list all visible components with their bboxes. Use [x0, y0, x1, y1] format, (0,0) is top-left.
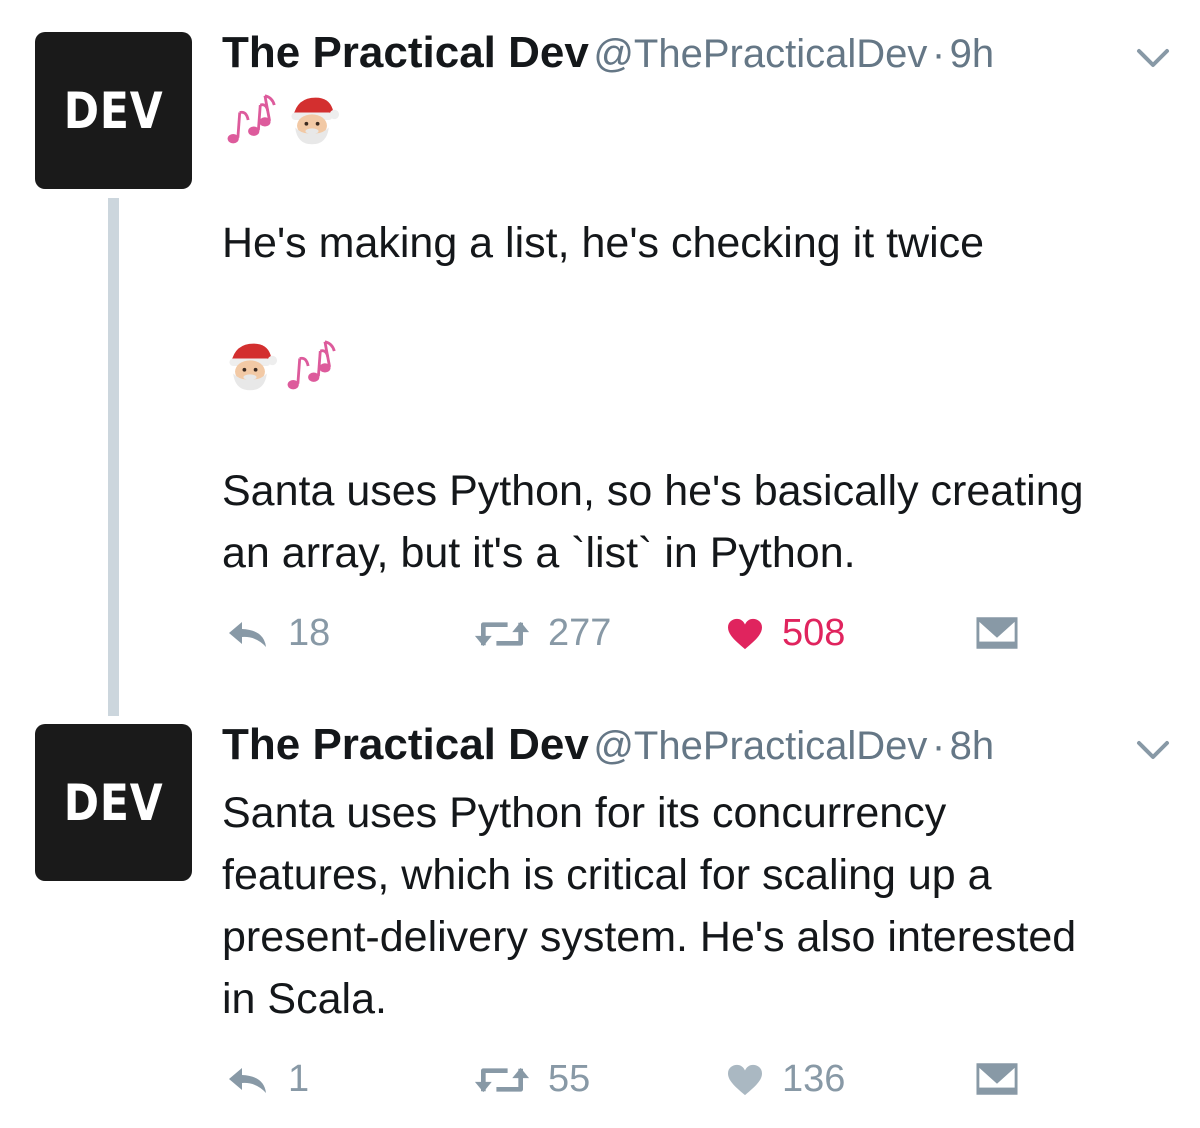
- tweet-text-line: Santa uses Python for its concurrency: [222, 789, 947, 837]
- reply-count: 18: [288, 612, 331, 654]
- tweet-1[interactable]: DEV The Practical Dev @ThePracticalDev ·…: [0, 0, 1200, 700]
- emoji-row-2: [222, 338, 342, 398]
- heart-icon: [728, 618, 762, 649]
- handle[interactable]: @ThePracticalDev: [593, 32, 927, 76]
- tweet-text-line: in Scala.: [222, 975, 387, 1023]
- tweet-text-line: present-delivery system. He's also inter…: [222, 913, 1077, 961]
- like-button[interactable]: 136: [726, 1058, 845, 1101]
- retweet-button[interactable]: 277: [474, 612, 611, 655]
- avatar[interactable]: DEV: [35, 724, 192, 881]
- tweet-header: The Practical Dev @ThePracticalDev · 9h: [222, 28, 994, 78]
- tweet-header: The Practical Dev @ThePracticalDev · 8h: [222, 720, 994, 770]
- chevron-down-icon[interactable]: [1136, 46, 1170, 70]
- reply-button[interactable]: 18: [226, 612, 330, 655]
- chevron-down-icon[interactable]: [1136, 738, 1170, 762]
- tweet-text-line: Santa uses Python, so he's basically cre…: [222, 467, 1084, 515]
- retweet-button[interactable]: 55: [474, 1058, 590, 1101]
- display-name[interactable]: The Practical Dev: [222, 720, 589, 769]
- separator-dot: ·: [931, 32, 946, 76]
- like-button[interactable]: 508: [726, 612, 845, 655]
- avatar-logo-text: DEV: [63, 81, 164, 140]
- like-count: 508: [782, 612, 846, 654]
- retweet-icon: [474, 1063, 530, 1097]
- santa-icon: [284, 92, 340, 148]
- retweet-icon: [474, 617, 530, 651]
- emoji-row-1: [222, 92, 342, 152]
- separator-dot: ·: [931, 724, 946, 768]
- tweet-2[interactable]: DEV The Practical Dev @ThePracticalDev ·…: [0, 700, 1200, 1128]
- avatar[interactable]: DEV: [35, 32, 192, 189]
- envelope-icon[interactable]: [976, 616, 1018, 650]
- timestamp[interactable]: 8h: [950, 724, 995, 768]
- musical-notes-icon: [282, 338, 338, 394]
- retweet-count: 55: [548, 1058, 591, 1100]
- reply-icon: [226, 1064, 270, 1096]
- reply-count: 1: [288, 1058, 310, 1100]
- handle[interactable]: @ThePracticalDev: [593, 724, 927, 768]
- heart-icon: [728, 1064, 762, 1095]
- reply-button[interactable]: 1: [226, 1058, 309, 1101]
- like-count: 136: [782, 1058, 846, 1100]
- avatar-logo-text: DEV: [63, 773, 164, 832]
- retweet-count: 277: [548, 612, 612, 654]
- tweet-text-line: features, which is critical for scaling …: [222, 851, 992, 899]
- tweet-text-line: He's making a list, he's checking it twi…: [222, 219, 985, 267]
- envelope-icon[interactable]: [976, 1062, 1018, 1096]
- display-name[interactable]: The Practical Dev: [222, 28, 589, 77]
- santa-icon: [222, 338, 278, 394]
- musical-notes-icon: [222, 92, 278, 148]
- timestamp[interactable]: 9h: [950, 32, 995, 76]
- reply-icon: [226, 618, 270, 650]
- tweet-text-line: an array, but it's a `list` in Python.: [222, 529, 856, 577]
